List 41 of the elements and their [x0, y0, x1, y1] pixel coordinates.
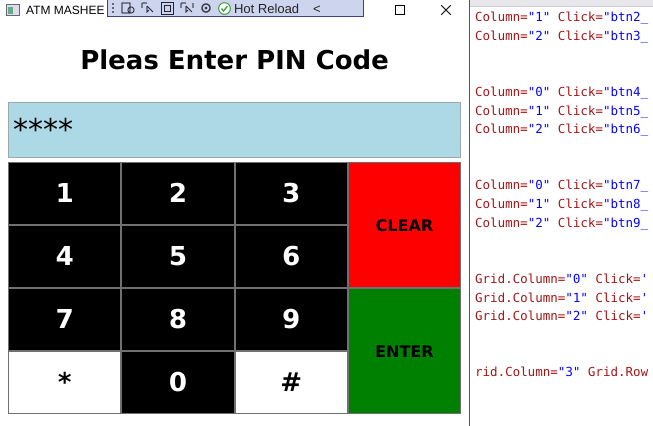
keypad-button[interactable]: 6 [234, 225, 348, 288]
code-line: Column="1" Click="btn2_ [474, 8, 648, 26]
keypad-button[interactable]: # [234, 351, 348, 414]
keypad-button[interactable]: 0 [121, 351, 234, 414]
window-title: ATM MASHEE [26, 3, 104, 17]
keypad-button[interactable]: 8 [121, 288, 234, 351]
keypad-button[interactable]: CLEAR [348, 162, 461, 288]
keypad-button[interactable]: 4 [8, 225, 122, 288]
code-line: Column="0" Click="btn4_ [474, 82, 648, 101]
gear-icon[interactable] [200, 2, 212, 14]
code-line: Grid.Column="1" Click=' [474, 288, 648, 306]
hot-reload-button[interactable]: Hot Reload [218, 0, 300, 16]
keypad-button[interactable]: * [8, 351, 122, 414]
app-icon [6, 4, 20, 16]
keypad-button[interactable]: 7 [8, 288, 122, 351]
keypad-button[interactable]: 5 [121, 225, 234, 288]
keypad-button[interactable]: 3 [234, 162, 348, 225]
collapse-button[interactable]: < [313, 0, 321, 16]
grip-icon [112, 2, 115, 14]
check-circle-icon [218, 2, 231, 14]
code-line: Column="0" Click="btn7_ [474, 176, 648, 194]
code-line: Column="2" Click="btn9_ [474, 214, 648, 232]
code-line: Column="1" Click="btn8_ [474, 195, 648, 213]
close-icon [441, 5, 451, 15]
keypad-button[interactable]: ENTER [348, 288, 461, 414]
code-line: Grid.Column="2" Click=' [474, 307, 648, 326]
keypad-button[interactable]: 9 [234, 288, 348, 351]
code-line: rid.Column="3" Grid.Row [474, 363, 648, 382]
pointer-icon[interactable] [180, 2, 194, 14]
square-icon[interactable] [161, 2, 174, 14]
code-line: Column="2" Click="btn3_ [474, 26, 648, 45]
pin-heading: Pleas Enter PIN Code [79, 45, 390, 78]
code-line: Column="2" Click="btn6_ [474, 120, 648, 138]
keypad-button[interactable]: 2 [121, 162, 234, 225]
select-element-icon[interactable] [121, 2, 135, 14]
maximize-icon [395, 5, 405, 15]
code-line: Column="1" Click="btn5_ [474, 102, 648, 120]
pin-display-field[interactable]: **** [8, 102, 461, 158]
pointer-icon[interactable] [141, 2, 155, 14]
code-line: Grid.Column="0" Click=' [474, 270, 648, 288]
keypad-button[interactable]: 1 [8, 162, 122, 225]
